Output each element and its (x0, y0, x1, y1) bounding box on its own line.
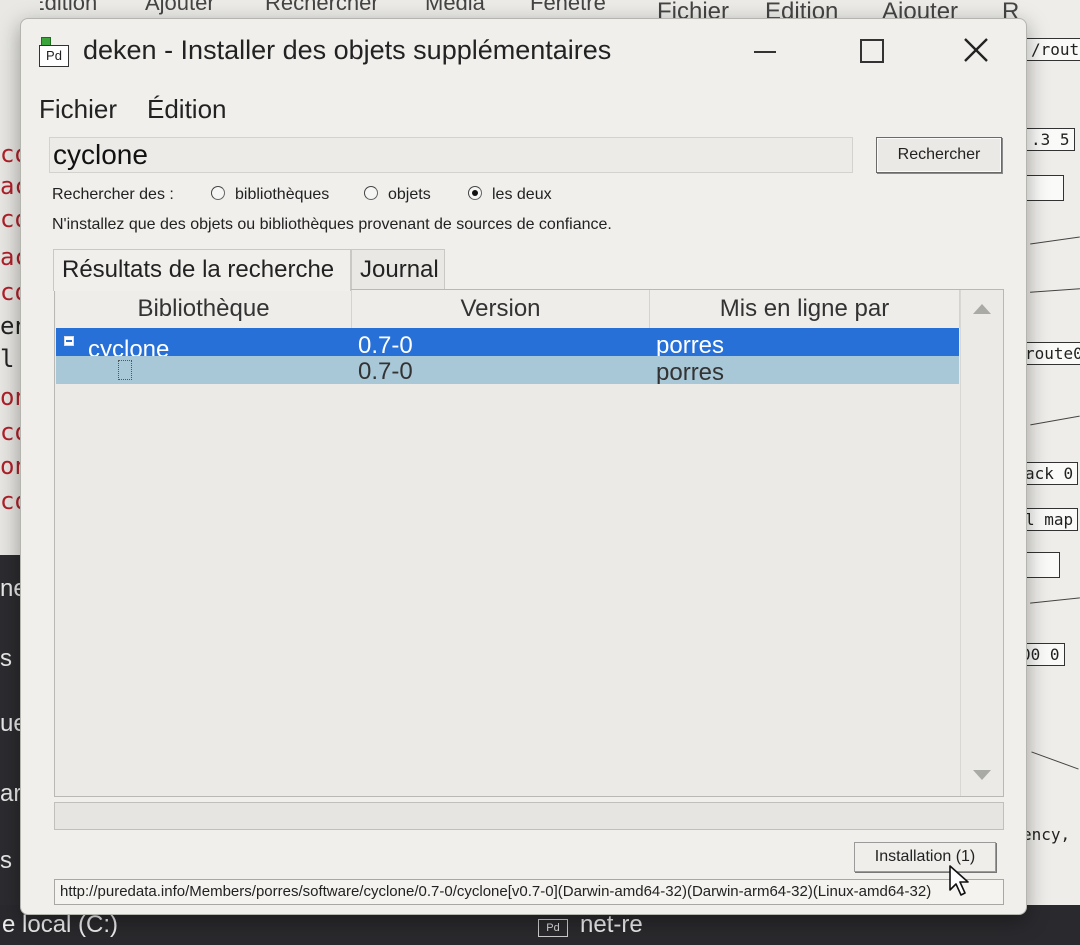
pd-object (1024, 552, 1060, 578)
install-button[interactable]: Installation (1) (854, 842, 996, 872)
table-row[interactable]: 0.7-0 porres (56, 356, 959, 384)
cell-uploader: porres (656, 332, 725, 356)
column-header-library[interactable]: Bibliothèque (56, 290, 352, 328)
bg-menu-item: Rechercher (265, 0, 379, 15)
table-row[interactable]: cyclone 0.7-0 porres (56, 328, 959, 356)
column-header-version[interactable]: Version (352, 290, 650, 328)
horizontal-scrollbar[interactable] (54, 802, 1004, 830)
status-url-bar: http://puredata.info/Members/porres/soft… (54, 879, 1004, 905)
taskbar-drive-label[interactable]: e local (C:) (2, 911, 118, 939)
bg-menu-item: Edition (30, 0, 98, 15)
close-button[interactable] (951, 31, 1001, 71)
cell-library: cyclone (88, 336, 170, 356)
radio-both[interactable] (468, 186, 482, 200)
menu-edit[interactable]: Édition (147, 94, 227, 125)
radio-both-label[interactable]: les deux (492, 186, 552, 204)
column-header-uploader[interactable]: Mis en ligne par (650, 290, 960, 328)
cell-version: 0.7-0 (358, 358, 413, 384)
radio-libraries[interactable] (211, 186, 225, 200)
background-menubar-left: Edition Ajouter Rechercher Média Fenêtre (0, 0, 640, 20)
bg-menu-item: Ajouter (145, 0, 215, 15)
radio-libraries-label[interactable]: bibliothèques (235, 186, 329, 204)
pd-icon: Pd (538, 919, 568, 937)
pd-object: /route (1026, 38, 1080, 61)
collapse-icon[interactable] (64, 336, 74, 346)
scroll-up-icon[interactable] (973, 304, 991, 314)
search-button[interactable]: Rechercher (876, 137, 1002, 173)
cell-version: 0.7-0 (358, 332, 413, 356)
bg-menu-item: Média (425, 0, 485, 15)
vertical-scrollbar[interactable] (960, 290, 1003, 796)
radio-objects[interactable] (364, 186, 378, 200)
pd-app-icon: Pd (39, 37, 71, 67)
tab-search-results[interactable]: Résultats de la recherche (53, 249, 351, 291)
deken-dialog: Pd deken - Installer des objets suppléme… (20, 18, 1027, 915)
mouse-cursor-icon (949, 865, 969, 896)
pd-object: ack 0 (1020, 462, 1079, 485)
search-input[interactable] (49, 137, 853, 173)
bg-menu-item: Fenêtre (530, 0, 606, 15)
menu-file[interactable]: Fichier (39, 94, 117, 125)
results-table: Bibliothèque Version Mis en ligne par cy… (54, 289, 1004, 797)
window-title: deken - Installer des objets supplémenta… (83, 35, 612, 65)
pd-object (1026, 175, 1064, 201)
pd-object: l map (1020, 508, 1079, 531)
search-for-label: Rechercher des : (52, 186, 174, 203)
tab-journal[interactable]: Journal (351, 249, 445, 289)
minimize-button[interactable] (739, 31, 789, 71)
checkbox-icon[interactable] (118, 360, 132, 380)
bg-dark-text: s (0, 645, 12, 672)
close-icon (964, 38, 988, 62)
trust-warning: N'installez que des objets ou bibliothèq… (52, 216, 612, 233)
minimize-icon (754, 51, 776, 53)
radio-objects-label[interactable]: objets (388, 186, 431, 204)
pd-object: route0 (1020, 342, 1080, 365)
cell-uploader: porres (656, 359, 725, 384)
menu-bar: Fichier Édition (21, 89, 1026, 129)
bg-dark-text: s (0, 847, 12, 874)
maximize-icon (860, 39, 884, 63)
bg-code-text: l (0, 345, 15, 373)
maximize-button[interactable] (846, 31, 896, 71)
pd-object: .3 5 (1026, 128, 1075, 151)
taskbar-window-label[interactable]: net-re (580, 911, 643, 939)
scroll-down-icon[interactable] (973, 770, 991, 780)
title-bar[interactable]: Pd deken - Installer des objets suppléme… (21, 19, 1026, 89)
